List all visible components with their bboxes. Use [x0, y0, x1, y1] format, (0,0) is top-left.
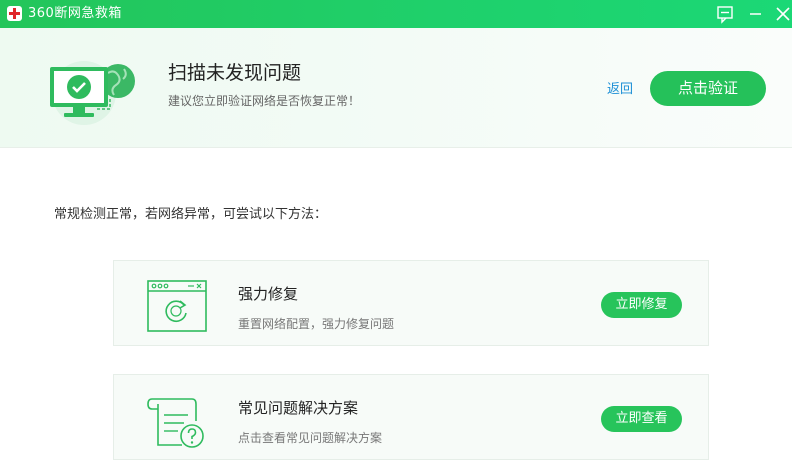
option-desc: 点击查看常见问题解决方案: [238, 431, 383, 445]
option-card-faq: 常见问题解决方案 点击查看常见问题解决方案 立即查看: [113, 374, 709, 460]
monitor-check-globe-icon: [46, 55, 140, 127]
minimize-icon[interactable]: [743, 3, 767, 25]
option-desc: 重置网络配置，强力修复问题: [238, 317, 395, 331]
result-header: 扫描未发现问题 建议您立即验证网络是否恢复正常！ 返回 点击验证: [0, 28, 792, 148]
option-card-repair: 强力修复 重置网络配置，强力修复问题 立即修复: [113, 260, 709, 346]
hint-text: 常规检测正常，若网络异常，可尝试以下方法：: [54, 207, 328, 222]
option-title: 强力修复: [238, 285, 299, 303]
view-now-button[interactable]: 立即查看: [601, 406, 682, 432]
verify-button[interactable]: 点击验证: [650, 71, 766, 106]
back-link[interactable]: 返回: [607, 81, 633, 99]
result-subtitle: 建议您立即验证网络是否恢复正常！: [168, 94, 361, 108]
repair-now-button[interactable]: 立即修复: [601, 292, 682, 318]
title-bar: 360断网急救箱: [0, 0, 792, 28]
app-logo-icon: [7, 6, 22, 21]
window-title: 360断网急救箱: [28, 6, 122, 21]
result-title: 扫描未发现问题: [168, 62, 302, 84]
option-title: 常见问题解决方案: [238, 399, 359, 417]
browser-refresh-icon: [146, 279, 208, 333]
close-icon[interactable]: [771, 3, 792, 25]
feedback-icon[interactable]: [713, 3, 737, 25]
document-help-icon: [146, 393, 208, 448]
